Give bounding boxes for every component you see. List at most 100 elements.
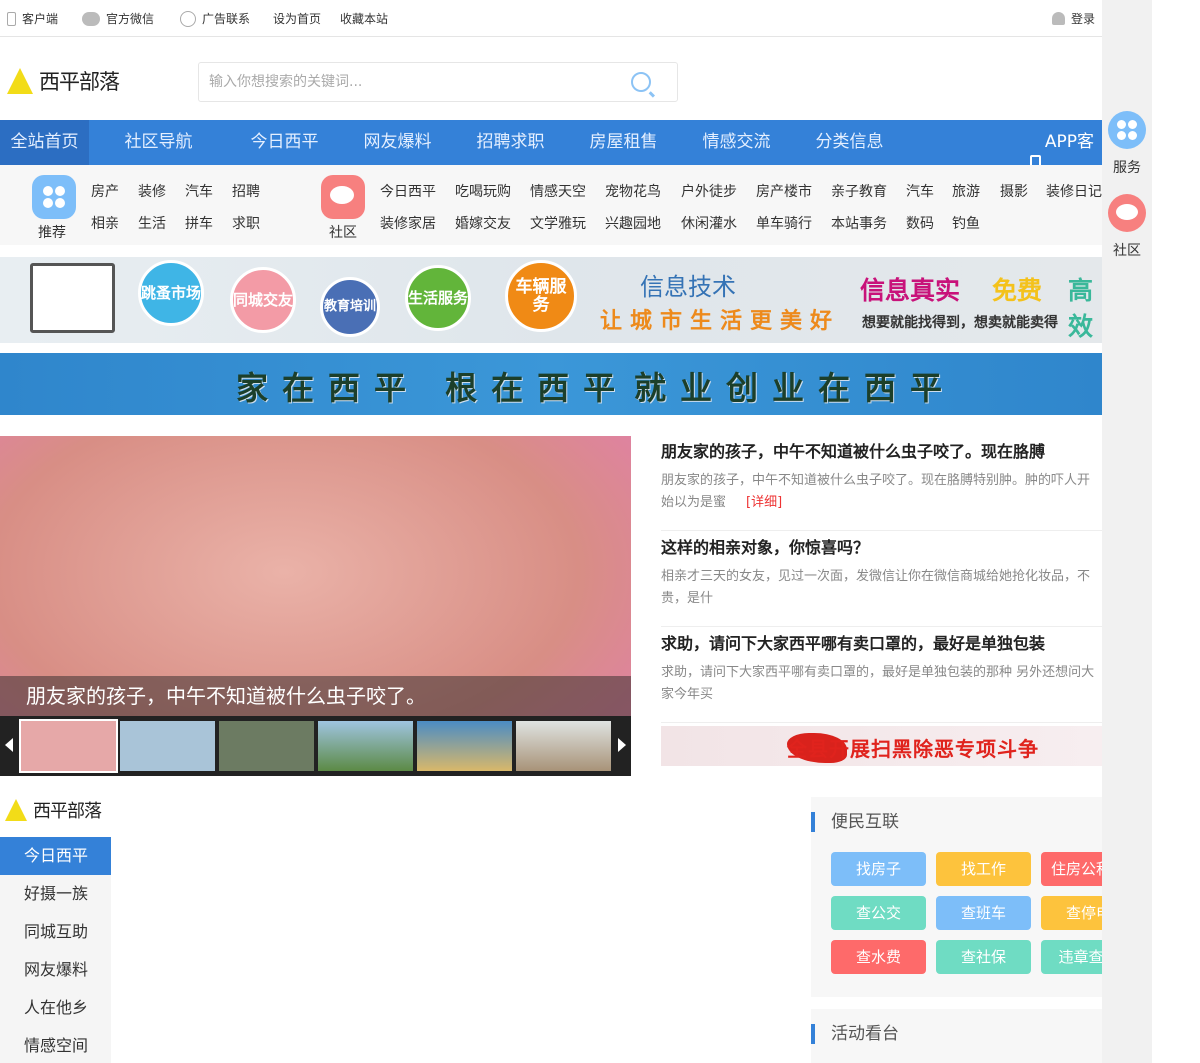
service-button[interactable]: 查水费: [831, 940, 926, 974]
thumbnail[interactable]: [19, 719, 118, 773]
news-title[interactable]: 朋友家的孩子，中午不知道被什么虫子咬了。现在胳膊: [661, 438, 1102, 462]
cat-link[interactable]: 吃喝玩购: [455, 181, 511, 201]
cat-link[interactable]: 情感天空: [530, 181, 586, 201]
service-button[interactable]: 查班车: [936, 896, 1031, 930]
phone-icon: [7, 11, 16, 26]
cat-link[interactable]: 宠物花鸟: [605, 181, 661, 201]
cat-link[interactable]: 文学雅玩: [530, 213, 586, 233]
circle-label: 跳蚤市场: [138, 260, 204, 326]
wechat-label: 官方微信: [106, 12, 155, 26]
slogan: 让城市生活更美好: [600, 309, 841, 334]
menu-item[interactable]: 今日西平: [0, 837, 111, 875]
service-button[interactable]: 违章查询: [1041, 940, 1102, 974]
cat-link[interactable]: 装修家居: [380, 213, 436, 233]
client-link[interactable]: 客户端: [7, 10, 58, 27]
community-shortcut[interactable]: 社区: [1107, 194, 1147, 260]
menu-item[interactable]: 人在他乡: [0, 989, 111, 1027]
circle-label: 教育培训: [320, 277, 380, 337]
thumbnail[interactable]: [219, 721, 314, 771]
section-logo: 西平部落: [5, 797, 102, 823]
news-title[interactable]: 求助，请问下大家西平哪有卖口罩的，最好是单独包装: [661, 630, 1102, 654]
thumbnail[interactable]: [417, 721, 512, 771]
cat-link[interactable]: 旅游: [952, 181, 980, 201]
nav-today[interactable]: 今日西平: [228, 120, 341, 165]
cat-link[interactable]: 求职: [232, 213, 260, 233]
recommend-icon: [32, 175, 76, 219]
bookmark-link[interactable]: 收藏本站: [340, 10, 388, 27]
info-banner[interactable]: 跳蚤市场 同城交友 教育培训 生活服务 车辆服务 信息技术 让城市生活更美好 信…: [0, 257, 1102, 343]
tent-logo-icon: [5, 799, 27, 821]
service-button[interactable]: 找房子: [831, 852, 926, 886]
thumbnail[interactable]: [120, 721, 215, 771]
news-title[interactable]: 这样的相亲对象，你惊喜吗？: [661, 534, 1102, 558]
set-homepage-link[interactable]: 设为首页: [273, 10, 321, 27]
menu-item[interactable]: 情感空间: [0, 1027, 111, 1063]
service-button[interactable]: 查公交: [831, 896, 926, 930]
nav-jobs[interactable]: 招聘求职: [454, 120, 567, 165]
main-nav: 全站首页 社区导航 今日西平 网友爆料 招聘求职 房屋租售 情感交流 分类信息 …: [0, 120, 1102, 197]
cat-link[interactable]: 亲子教育: [831, 181, 887, 201]
campaign-banner[interactable]: 全县开展扫黑除恶专项斗争: [661, 726, 1102, 766]
service-shortcut[interactable]: 服务: [1107, 111, 1147, 177]
user-icon: [1052, 12, 1065, 25]
ads-label: 广告联系: [202, 12, 251, 26]
cat-link[interactable]: 兴趣园地: [605, 213, 661, 233]
nav-classified[interactable]: 分类信息: [793, 120, 906, 165]
cat-link[interactable]: 钓鱼: [952, 213, 980, 233]
nav-home[interactable]: 全站首页: [0, 120, 89, 165]
menu-item[interactable]: 网友爆料: [0, 951, 111, 989]
cat-link[interactable]: 汽车: [185, 181, 213, 201]
cat-link[interactable]: 拼车: [185, 213, 213, 233]
xiping-banner[interactable]: 家在西平 根在西平 就业创业在西平: [0, 353, 1102, 415]
news-summary: 求助，请问下大家西平哪有卖口罩的，最好是单独包装的那种 另外还想问大家今年买: [661, 665, 1095, 702]
nav-community[interactable]: 社区导航: [89, 120, 228, 165]
prev-arrow-icon[interactable]: [5, 738, 13, 752]
wechat-link[interactable]: 官方微信: [82, 10, 154, 27]
recommend-label: 推荐: [38, 225, 66, 241]
cat-link[interactable]: 本站事务: [831, 213, 887, 233]
menu-item[interactable]: 同城互助: [0, 913, 111, 951]
service-button[interactable]: 住房公积金: [1041, 852, 1102, 886]
menu-item[interactable]: 好摄一族: [0, 875, 111, 913]
cat-link[interactable]: 房产: [91, 181, 119, 201]
search-input[interactable]: [199, 63, 599, 101]
thumbnail[interactable]: [318, 721, 413, 771]
cat-link[interactable]: 户外徒步: [681, 181, 737, 201]
service-button[interactable]: 查社保: [936, 940, 1031, 974]
banner-slogan-right: 就业创业在西平: [634, 369, 957, 407]
cat-link[interactable]: 生活: [138, 213, 166, 233]
service-button[interactable]: 找工作: [936, 852, 1031, 886]
cat-link[interactable]: 房产楼市: [756, 181, 812, 201]
cat-link[interactable]: 婚嫁交友: [455, 213, 511, 233]
cat-link[interactable]: 汽车: [906, 181, 934, 201]
cat-link[interactable]: 相亲: [91, 213, 119, 233]
top-bar: 客户端 官方微信 广告联系 设为首页 收藏本站 登录: [0, 0, 1102, 37]
next-arrow-icon[interactable]: [618, 738, 626, 752]
nav-housing[interactable]: 房屋租售: [567, 120, 680, 165]
cat-link[interactable]: 装修日记: [1046, 181, 1102, 201]
site-logo[interactable]: 西平部落: [7, 66, 120, 96]
cat-link[interactable]: 今日西平: [380, 181, 436, 201]
category-bar: 推荐 房产 装修 汽车 招聘 相亲 生活 拼车 求职 社区 今日西平 吃喝玩购 情感…: [0, 165, 1102, 245]
ads-link[interactable]: 广告联系: [180, 10, 250, 27]
cat-link[interactable]: 单车骑行: [756, 213, 812, 233]
monitor-image: [30, 263, 115, 333]
nav-news[interactable]: 网友爆料: [341, 120, 454, 165]
cat-link[interactable]: 招聘: [232, 181, 260, 201]
cat-link[interactable]: 休闲灌水: [681, 213, 737, 233]
cat-link[interactable]: 装修: [138, 181, 166, 201]
slide-caption[interactable]: 朋友家的孩子，中午不知道被什么虫子咬了。: [0, 676, 631, 716]
community-label: 社区: [329, 225, 357, 241]
login-link[interactable]: 登录: [1052, 10, 1095, 27]
search-icon[interactable]: [631, 72, 651, 92]
floating-sidebar: 服务 社区: [1102, 0, 1152, 1063]
service-button[interactable]: 查停电: [1041, 896, 1102, 930]
tech-label: 信息技术: [640, 273, 736, 301]
thumbnail[interactable]: [516, 721, 611, 771]
nav-emotion[interactable]: 情感交流: [680, 120, 793, 165]
cat-link[interactable]: 数码: [906, 213, 934, 233]
image-slider[interactable]: 朋友家的孩子，中午不知道被什么虫子咬了。: [0, 436, 631, 776]
cat-link[interactable]: 摄影: [1000, 181, 1028, 201]
detail-link[interactable]: [详细]: [746, 495, 782, 510]
activity-panel: 活动看台: [811, 1009, 1102, 1063]
